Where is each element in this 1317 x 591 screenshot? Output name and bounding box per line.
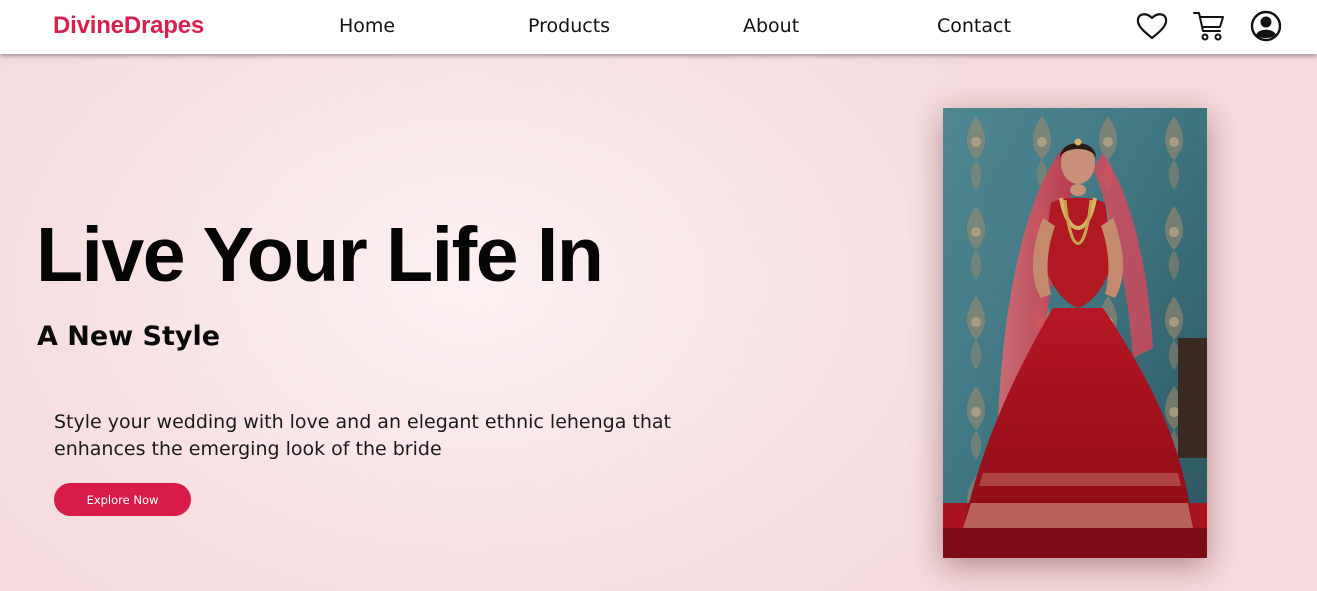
explore-now-button[interactable]: Explore Now xyxy=(54,483,191,516)
hero-description: Style your wedding with love and an eleg… xyxy=(54,411,671,460)
nav-link-home[interactable]: Home xyxy=(339,15,395,37)
user-icon[interactable] xyxy=(1250,10,1282,42)
nav-link-contact[interactable]: Contact xyxy=(937,15,1011,37)
navbar: DivineDrapes Home Products About Contact xyxy=(0,0,1317,54)
hero-subheadline: A New Style xyxy=(37,321,221,352)
hero-headline: Live Your Life In xyxy=(36,212,604,298)
hero-section: Live Your Life In A New Style Style your… xyxy=(0,54,1317,591)
hero-image xyxy=(943,108,1207,558)
nav-link-about[interactable]: About xyxy=(743,15,799,37)
brand-logo[interactable]: DivineDrapes xyxy=(53,12,204,40)
cart-icon[interactable] xyxy=(1193,10,1225,42)
heart-icon[interactable] xyxy=(1136,10,1168,42)
nav-link-products[interactable]: Products xyxy=(528,15,610,37)
